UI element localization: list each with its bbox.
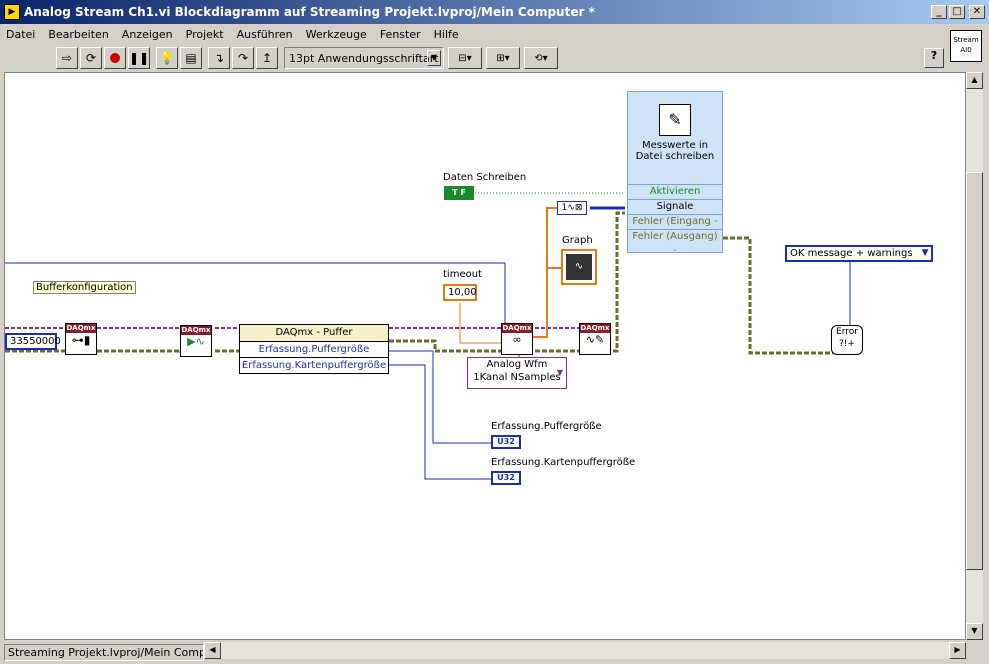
express-vi-header: ✎ Messwerte in Datei schreiben bbox=[628, 92, 722, 184]
terminal-signale[interactable]: Signale bbox=[628, 199, 722, 214]
graph-label: Graph bbox=[562, 235, 593, 246]
menu-hilfe[interactable]: Hilfe bbox=[434, 28, 459, 41]
timeout-constant[interactable]: 10,00 bbox=[443, 284, 477, 301]
window-title: Analog Stream Ch1.vi Blockdiagramm auf S… bbox=[24, 5, 595, 19]
daqmx-start-task-node[interactable]: DAQmx ▶∿ bbox=[180, 325, 212, 357]
buffer-config-comment: Bufferkonfiguration bbox=[33, 281, 136, 294]
vi-icon-line2: AI0 bbox=[960, 46, 972, 54]
minimize-button[interactable]: _ bbox=[931, 5, 947, 19]
close-button[interactable]: ✕ bbox=[969, 5, 985, 19]
vertical-scroll-thumb[interactable] bbox=[966, 172, 983, 570]
indicator-kartenpuffergroesse-label: Erfassung.Kartenpuffergröße bbox=[491, 457, 636, 468]
error-dialog-enum[interactable]: OK message + warnings ▼ bbox=[785, 245, 933, 262]
expand-icon[interactable]: ⌄ bbox=[628, 244, 722, 253]
buffer-size-constant[interactable]: 33550000 bbox=[5, 333, 61, 350]
distribute-objects-icon[interactable]: ⊞▾ bbox=[486, 47, 520, 69]
menu-anzeigen[interactable]: Anzeigen bbox=[122, 28, 173, 41]
daqmx-buffer-property-node[interactable]: DAQmx - Puffer Erfassung.Puffergröße Erf… bbox=[239, 324, 389, 374]
daqmx-header: DAQmx bbox=[181, 326, 211, 335]
daqmx-configure-buffer-node[interactable]: DAQmx ⊶▮ bbox=[65, 323, 97, 355]
menu-bar: Datei Bearbeiten Anzeigen Projekt Ausfüh… bbox=[0, 24, 946, 44]
property-row-puffergroesse[interactable]: Erfassung.Puffergröße bbox=[240, 341, 388, 357]
help-button[interactable]: ? bbox=[924, 48, 944, 68]
pause-icon[interactable]: ❚❚ bbox=[128, 47, 150, 69]
glasses-icon: ∞ bbox=[512, 333, 522, 346]
buffer-config-icon: ⊶▮ bbox=[71, 333, 91, 347]
indicator-kartenpuffergroesse[interactable]: U32 bbox=[491, 471, 521, 485]
font-select[interactable]: 13pt Anwendungsschriftart ▼ bbox=[284, 47, 444, 69]
menu-werkzeuge[interactable]: Werkzeuge bbox=[306, 28, 367, 41]
abort-icon[interactable] bbox=[104, 47, 126, 69]
chevron-down-icon: ▼ bbox=[556, 368, 563, 377]
property-row-kartenpuffergroesse[interactable]: Erfassung.Kartenpuffergröße bbox=[240, 357, 388, 373]
vi-icon-line1: Stream bbox=[953, 36, 979, 44]
terminal-fehler-eingang[interactable]: Fehler (Eingang - bbox=[628, 214, 722, 229]
daqmx-header: DAQmx bbox=[580, 324, 610, 333]
chevron-down-icon: ▼ bbox=[921, 248, 929, 258]
daqmx-header: DAQmx bbox=[66, 324, 96, 333]
indicator-puffergroesse[interactable]: U32 bbox=[491, 435, 521, 449]
daten-schreiben-label: Daten Schreiben bbox=[443, 172, 527, 183]
run-continuously-icon[interactable]: ⟳ bbox=[80, 47, 102, 69]
scroll-down-icon[interactable]: ▼ bbox=[966, 623, 983, 640]
highlight-execution-icon[interactable]: 💡 bbox=[156, 47, 178, 69]
reorder-icon[interactable]: ⟲▾ bbox=[524, 47, 558, 69]
maximize-button[interactable]: □ bbox=[949, 5, 965, 19]
file-write-icon: ✎ bbox=[659, 104, 691, 136]
error-handler-icon: ?!+ bbox=[839, 339, 855, 349]
read-type-line2: 1Kanal NSamples bbox=[473, 372, 561, 383]
project-path: Streaming Projekt.lvproj/Mein Computer bbox=[4, 644, 204, 661]
vertical-scrollbar[interactable]: ▲ ▼ bbox=[966, 72, 983, 640]
error-dialog-enum-value: OK message + warnings bbox=[790, 248, 913, 259]
graph-indicator[interactable]: ∿ bbox=[561, 249, 597, 285]
play-icon: ▶∿ bbox=[187, 335, 205, 348]
align-objects-icon[interactable]: ⊟▾ bbox=[448, 47, 482, 69]
indicator-puffergroesse-label: Erfassung.Puffergröße bbox=[491, 421, 602, 432]
express-vi-title1: Messwerte in bbox=[641, 140, 708, 151]
property-node-title: DAQmx - Puffer bbox=[240, 325, 388, 341]
menu-bearbeiten[interactable]: Bearbeiten bbox=[48, 28, 108, 41]
express-vi-title2: Datei schreiben bbox=[635, 151, 715, 162]
menu-fenster[interactable]: Fenster bbox=[380, 28, 421, 41]
merge-signals-node[interactable]: 1∿⊠ bbox=[557, 201, 587, 215]
toolbar: ⇨ ⟳ ❚❚ 💡 ▤ ↴ ↷ ↥ 13pt Anwendungsschrifta… bbox=[0, 44, 946, 72]
terminal-fehler-ausgang[interactable]: Fehler (Ausgang) bbox=[628, 229, 722, 244]
chevron-down-icon: ▼ bbox=[427, 50, 441, 66]
block-diagram[interactable]: Bufferkonfiguration 33550000 DAQmx ⊶▮ DA… bbox=[4, 72, 966, 640]
step-over-icon[interactable]: ↷ bbox=[232, 47, 254, 69]
menu-ausfuehren[interactable]: Ausführen bbox=[237, 28, 293, 41]
boolean-constant[interactable]: T F bbox=[444, 186, 474, 200]
title-bar: ▶ Analog Stream Ch1.vi Blockdiagramm auf… bbox=[0, 0, 989, 24]
run-arrow-icon[interactable]: ⇨ bbox=[56, 47, 78, 69]
express-vi-write-measurement-file[interactable]: ✎ Messwerte in Datei schreiben Aktiviere… bbox=[627, 91, 723, 253]
daqmx-read-node[interactable]: DAQmx ∞ bbox=[501, 323, 533, 355]
retain-wire-values-icon[interactable]: ▤ bbox=[180, 47, 202, 69]
step-into-icon[interactable]: ↴ bbox=[208, 47, 230, 69]
terminal-aktivieren[interactable]: Aktivieren bbox=[628, 184, 722, 199]
pencil-icon: ∿✎ bbox=[585, 333, 605, 346]
simple-error-handler-node[interactable]: Error ?!+ bbox=[831, 325, 863, 355]
vi-icon[interactable]: Stream AI0 bbox=[950, 30, 982, 62]
daqmx-write-node[interactable]: DAQmx ∿✎ bbox=[579, 323, 611, 355]
read-type-line1: Analog Wfm bbox=[486, 359, 548, 370]
font-select-value: 13pt Anwendungsschriftart bbox=[289, 51, 439, 65]
scroll-right-icon[interactable]: ▶ bbox=[949, 642, 966, 659]
scroll-left-icon[interactable]: ◀ bbox=[204, 642, 221, 659]
scroll-up-icon[interactable]: ▲ bbox=[966, 72, 983, 89]
menu-projekt[interactable]: Projekt bbox=[186, 28, 224, 41]
labview-app-icon[interactable]: ▶ bbox=[4, 4, 20, 20]
daqmx-header: DAQmx bbox=[502, 324, 532, 333]
timeout-label: timeout bbox=[443, 269, 482, 280]
read-polymorphic-selector[interactable]: Analog Wfm 1Kanal NSamples ▼ bbox=[467, 357, 567, 389]
step-out-icon[interactable]: ↥ bbox=[256, 47, 278, 69]
error-handler-label: Error bbox=[836, 327, 858, 337]
menu-datei[interactable]: Datei bbox=[6, 28, 35, 41]
horizontal-scrollbar[interactable]: ◀ ▶ bbox=[204, 642, 966, 659]
graph-icon: ∿ bbox=[566, 254, 592, 280]
